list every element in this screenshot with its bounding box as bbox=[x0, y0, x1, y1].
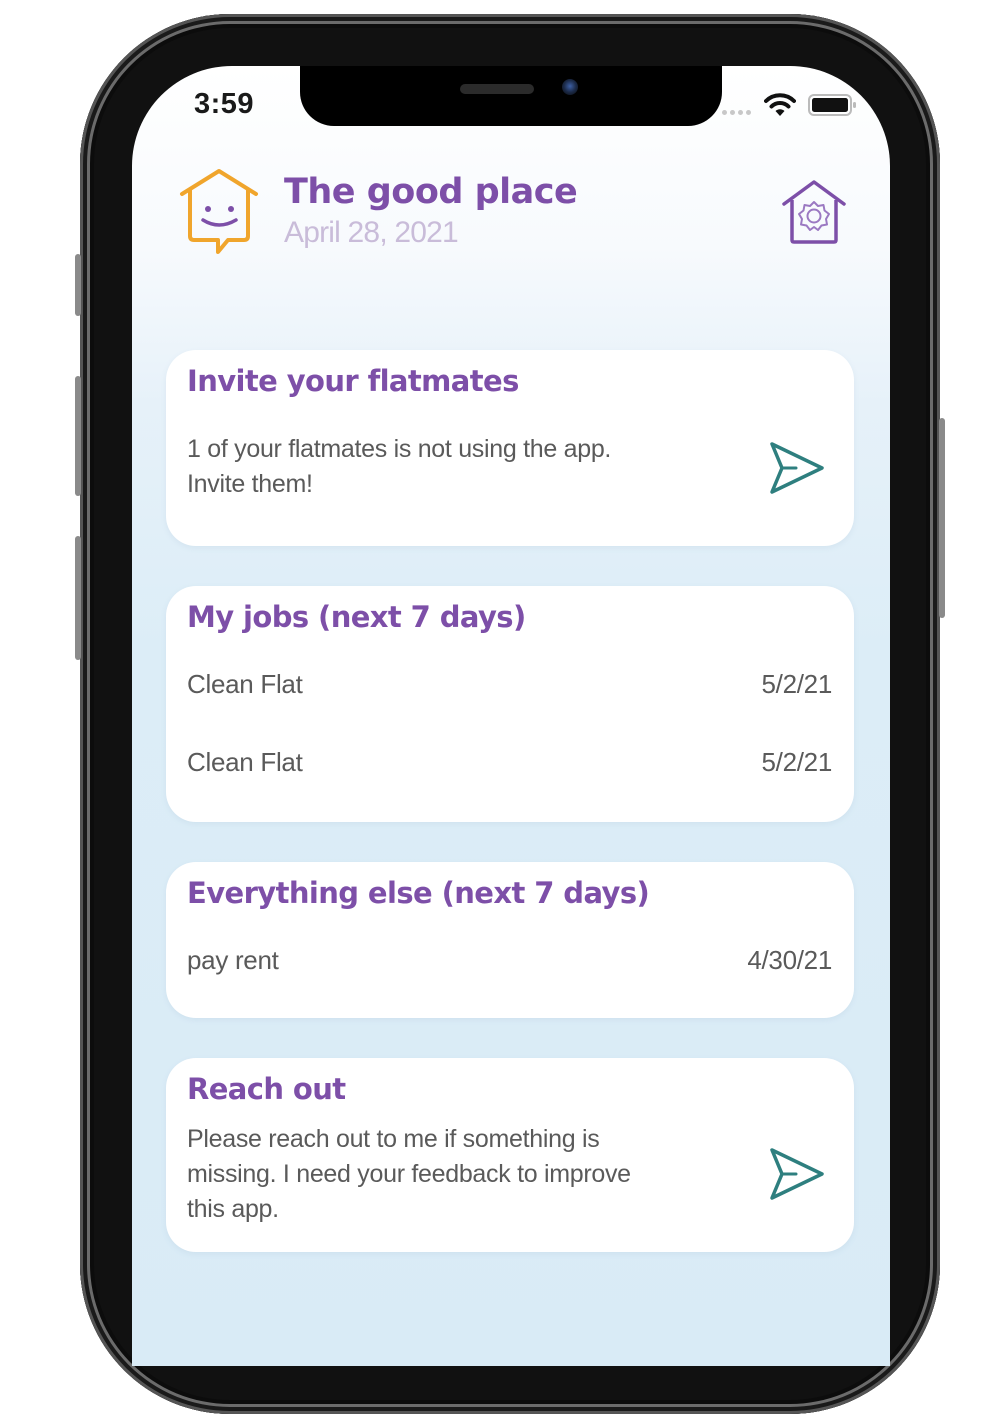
my-jobs-card: My jobs (next 7 days) Clean Flat 5/2/21 … bbox=[166, 586, 854, 822]
speaker bbox=[460, 84, 534, 94]
reach-out-text-line: this app. bbox=[187, 1195, 279, 1223]
notch bbox=[300, 66, 722, 126]
cellular-signal-icon bbox=[722, 110, 751, 115]
invite-text-line: Invite them! bbox=[187, 470, 313, 498]
house-gear-icon[interactable] bbox=[780, 178, 848, 246]
invite-description: 1 of your flatmates is not using the app… bbox=[187, 432, 611, 502]
power-button bbox=[939, 418, 945, 618]
silent-switch bbox=[75, 254, 81, 316]
card-title: My jobs (next 7 days) bbox=[187, 600, 526, 634]
status-time: 3:59 bbox=[194, 88, 255, 120]
reach-out-text-line: missing. I need your feedback to improve bbox=[187, 1160, 631, 1188]
card-title: Reach out bbox=[187, 1072, 346, 1106]
volume-up-button bbox=[75, 376, 81, 496]
volume-down-button bbox=[75, 536, 81, 660]
smiling-house-icon bbox=[180, 169, 258, 254]
reach-out-text-line: Please reach out to me if something is bbox=[187, 1125, 600, 1153]
battery-icon bbox=[808, 94, 856, 116]
invite-flatmates-card[interactable]: Invite your flatmates 1 of your flatmate… bbox=[166, 350, 854, 546]
job-date: 5/2/21 bbox=[761, 747, 833, 777]
card-title: Invite your flatmates bbox=[187, 364, 519, 398]
job-label: Clean Flat bbox=[187, 669, 303, 699]
job-date: 5/2/21 bbox=[761, 669, 833, 699]
wifi-icon bbox=[764, 93, 796, 116]
reach-out-card[interactable]: Reach out Please reach out to me if some… bbox=[166, 1058, 854, 1252]
app-title: The good place bbox=[284, 172, 578, 212]
current-date: April 28, 2021 bbox=[284, 216, 459, 249]
everything-else-card: Everything else (next 7 days) pay rent 4… bbox=[166, 862, 854, 1018]
invite-text-line: 1 of your flatmates is not using the app… bbox=[187, 435, 612, 463]
front-camera bbox=[562, 79, 578, 95]
send-feedback-icon[interactable] bbox=[764, 1142, 828, 1206]
app-screen: 3:59 The good place April 28, 2021 Invit… bbox=[132, 66, 890, 1366]
send-invite-icon[interactable] bbox=[764, 436, 828, 500]
task-date: 4/30/21 bbox=[747, 945, 832, 975]
card-title: Everything else (next 7 days) bbox=[187, 876, 650, 910]
job-label: Clean Flat bbox=[187, 747, 303, 777]
reach-out-description: Please reach out to me if something is m… bbox=[187, 1122, 631, 1227]
task-label: pay rent bbox=[187, 945, 279, 975]
